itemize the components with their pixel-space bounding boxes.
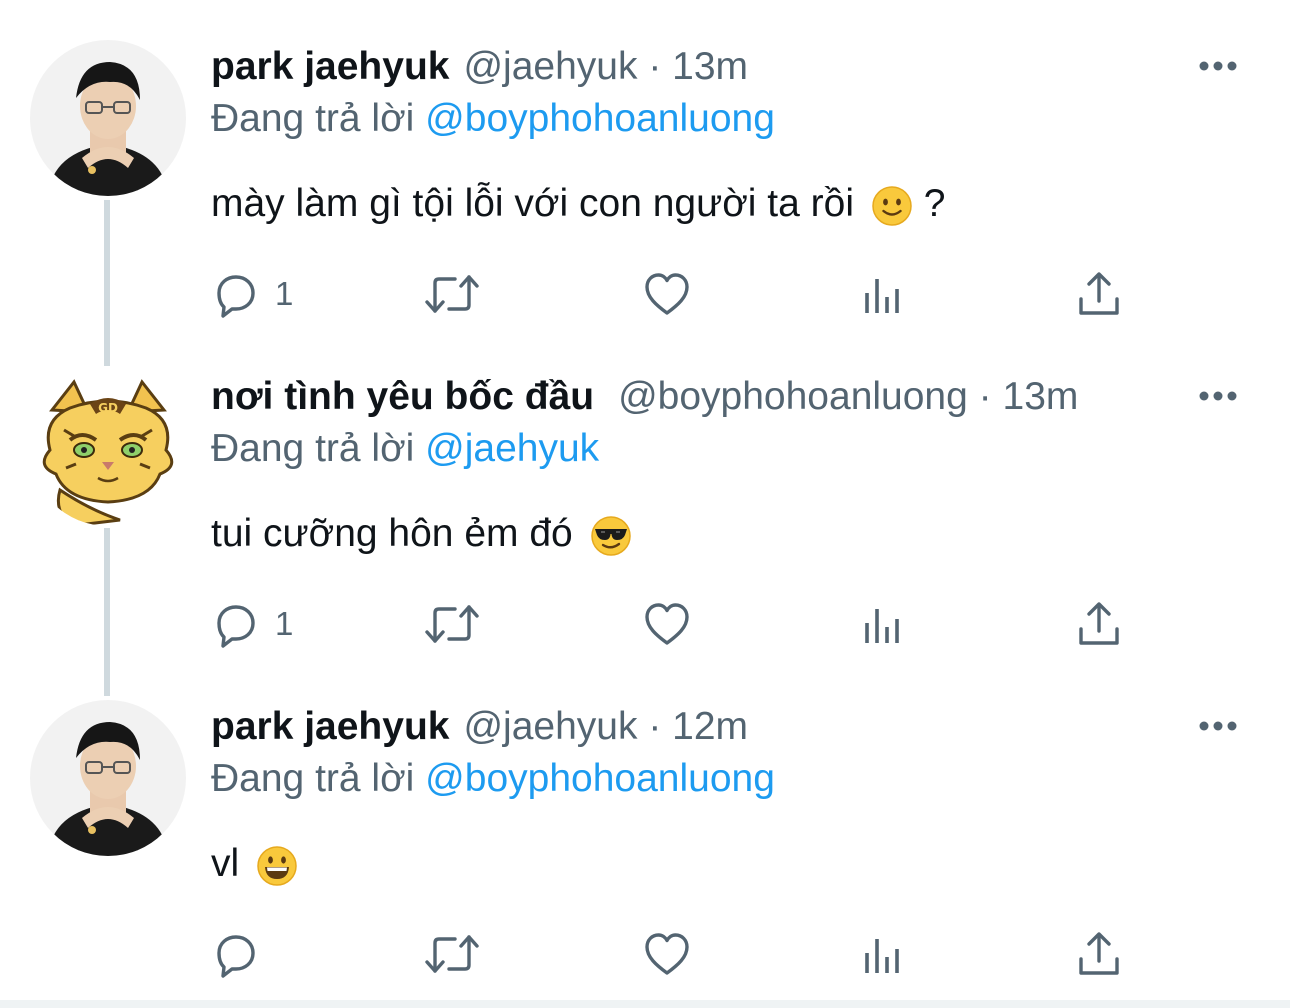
retweet-icon [425, 605, 479, 643]
heart-icon [645, 933, 689, 975]
reply-button[interactable]: 1 [211, 598, 293, 650]
views-chart-icon [865, 279, 899, 313]
replying-to: Đang trả lời @boyphohoanluong [211, 92, 775, 146]
avatar[interactable] [30, 40, 186, 196]
user-handle[interactable]: @jaehyuk [463, 45, 637, 88]
separator-dot: · [978, 375, 992, 418]
retweet-button[interactable] [423, 928, 481, 980]
tweet-text-content: mày làm gì tội lỗi với con người ta rồi [211, 182, 854, 225]
like-button[interactable] [642, 598, 692, 650]
share-button[interactable] [1077, 928, 1121, 980]
share-button[interactable] [1077, 268, 1121, 320]
views-button[interactable] [861, 598, 905, 650]
display-name[interactable]: nơi tình yêu bốc đầu [211, 375, 594, 418]
reply-count: 1 [275, 275, 294, 312]
more-options-button[interactable] [1196, 378, 1240, 414]
display-name[interactable]: park jaehyuk [211, 705, 449, 748]
more-options-button[interactable] [1196, 48, 1240, 84]
user-handle[interactable]: @jaehyuk [463, 705, 637, 748]
reply-thread: park jaehyuk @jaehyuk · 13m Đang trả lời … [0, 0, 1290, 1008]
heart-icon [645, 273, 689, 315]
tweet-text: tui cưỡng hôn ẻm đó [211, 506, 632, 562]
views-button[interactable] [861, 928, 905, 980]
replying-to-label: Đang trả lời [211, 757, 415, 800]
slightly-smiling-face-icon [872, 185, 912, 226]
timestamp[interactable]: 12m [672, 705, 748, 748]
tweet-text-suffix: ? [923, 182, 946, 225]
timestamp[interactable]: 13m [1003, 375, 1079, 418]
like-button[interactable] [642, 268, 692, 320]
share-icon [1079, 932, 1119, 975]
reply-icon [217, 605, 255, 648]
tweet-actions: 1 [211, 598, 1131, 650]
separator-dot: · [648, 705, 662, 748]
share-icon [1079, 602, 1119, 645]
more-options-button[interactable] [1196, 708, 1240, 744]
tweet-text-content: tui cưỡng hôn ẻm đó [211, 512, 573, 555]
views-chart-icon [865, 939, 899, 973]
divider [0, 1000, 1290, 1008]
display-name[interactable]: park jaehyuk [211, 45, 449, 88]
tweet-actions [211, 928, 1131, 980]
retweet-button[interactable] [423, 268, 481, 320]
tweet[interactable]: park jaehyuk @jaehyuk · 13m Đang trả lời … [0, 0, 1290, 330]
separator-dot: · [648, 45, 662, 88]
tweet-actions: 1 [211, 268, 1131, 320]
user-handle[interactable]: @boyphohoanluong [618, 375, 968, 418]
mention-link[interactable]: @boyphohoanluong [425, 97, 775, 140]
mention-link[interactable]: @jaehyuk [425, 427, 599, 470]
reply-button[interactable] [211, 928, 275, 980]
views-chart-icon [865, 609, 899, 643]
views-button[interactable] [861, 268, 905, 320]
more-horizontal-icon [1199, 61, 1237, 71]
tweet-header: nơi tình yêu bốc đầu @boyphohoanluong · 1… [211, 370, 1078, 424]
replying-to-label: Đang trả lời [211, 97, 415, 140]
reply-icon [217, 275, 255, 318]
mention-link[interactable]: @boyphohoanluong [425, 757, 775, 800]
share-button[interactable] [1077, 598, 1121, 650]
more-horizontal-icon [1199, 721, 1237, 731]
reply-button[interactable]: 1 [211, 268, 293, 320]
grinning-face-icon [257, 845, 297, 886]
reply-icon [217, 935, 255, 978]
tweet-header: park jaehyuk @jaehyuk · 13m [211, 40, 748, 94]
svg-text:GD: GD [98, 401, 118, 415]
like-button[interactable] [642, 928, 692, 980]
avatar[interactable]: GD [30, 370, 186, 526]
reply-count: 1 [275, 605, 294, 642]
sunglasses-face-icon [590, 515, 631, 556]
share-icon [1079, 272, 1119, 315]
avatar[interactable] [30, 700, 186, 856]
replying-to-label: Đang trả lời [211, 427, 415, 470]
retweet-button[interactable] [423, 598, 481, 650]
heart-icon [645, 603, 689, 645]
retweet-icon [425, 275, 479, 313]
replying-to: Đang trả lời @boyphohoanluong [211, 752, 775, 806]
more-horizontal-icon [1199, 391, 1237, 401]
tweet-text-content: vl [211, 842, 240, 885]
tweet-text: vl [211, 836, 298, 892]
retweet-icon [425, 935, 479, 973]
timestamp[interactable]: 13m [672, 45, 748, 88]
tweet-text: mày làm gì tội lỗi với con người ta rồi … [211, 176, 945, 232]
tweet[interactable]: park jaehyuk @jaehyuk · 12m Đang trả lời … [0, 660, 1290, 990]
tweet[interactable]: GD nơi tình yêu bốc đầu @boyphohoanluong … [0, 330, 1290, 660]
tweet-header: park jaehyuk @jaehyuk · 12m [211, 700, 748, 754]
replying-to: Đang trả lời @jaehyuk [211, 422, 599, 476]
